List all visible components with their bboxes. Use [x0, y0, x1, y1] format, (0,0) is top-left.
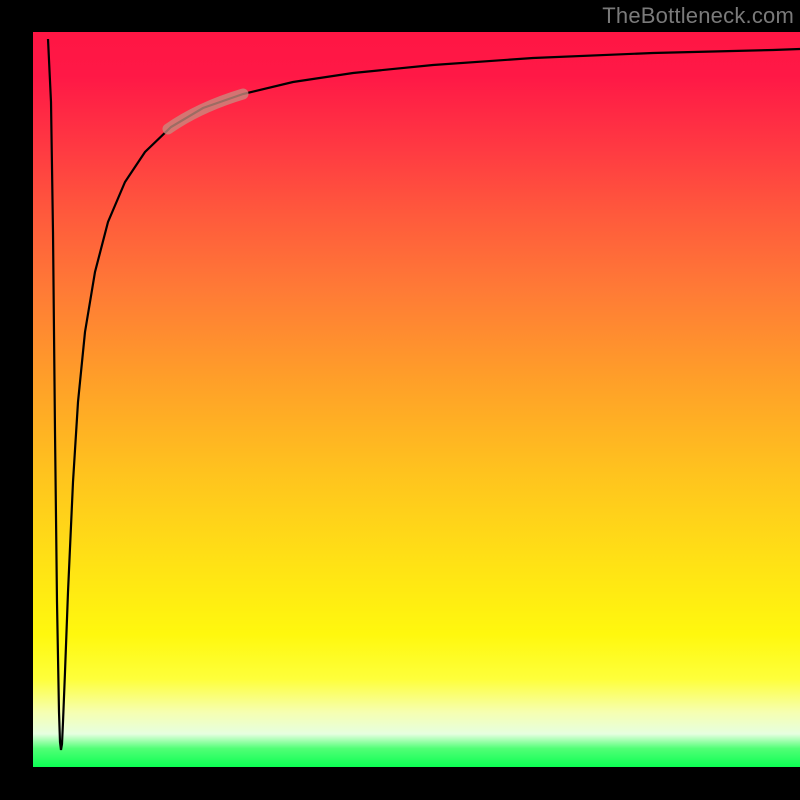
chart-stage: TheBottleneck.com No axis ticks or numer…	[0, 0, 800, 800]
plot-gradient-area	[33, 32, 800, 767]
watermark-text: TheBottleneck.com	[602, 3, 794, 29]
